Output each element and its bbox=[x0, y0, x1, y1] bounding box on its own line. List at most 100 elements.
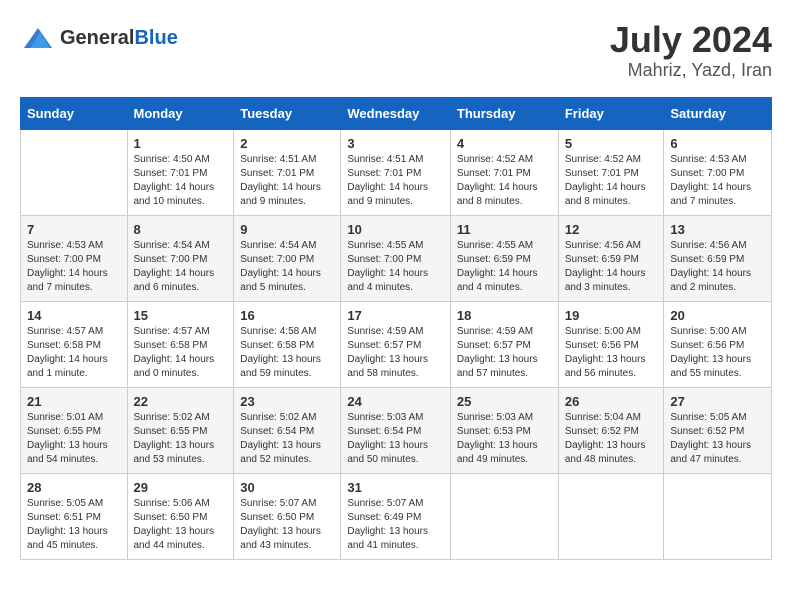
calendar-week-row: 21 Sunrise: 5:01 AMSunset: 6:55 PMDayligh… bbox=[21, 387, 772, 473]
day-number: 26 bbox=[565, 394, 658, 409]
calendar-week-row: 14 Sunrise: 4:57 AMSunset: 6:58 PMDayligh… bbox=[21, 301, 772, 387]
logo-icon bbox=[20, 20, 56, 56]
day-number: 13 bbox=[670, 222, 765, 237]
calendar-cell: 10Sunrise: 4:55 AMSunset: 7:00 PMDayligh… bbox=[341, 215, 451, 301]
calendar-cell: 24 Sunrise: 5:03 AMSunset: 6:54 PMDayligh… bbox=[341, 387, 451, 473]
calendar-cell: 15 Sunrise: 4:57 AMSunset: 6:58 PMDayligh… bbox=[127, 301, 234, 387]
logo: GeneralBlue bbox=[20, 20, 178, 56]
day-info: Sunrise: 5:07 AMSunset: 6:50 PMDaylight:… bbox=[240, 497, 334, 553]
day-number: 20 bbox=[670, 308, 765, 323]
day-number: 12 bbox=[565, 222, 658, 237]
day-number: 14 bbox=[27, 308, 121, 323]
day-info: Sunrise: 4:54 AMSunset: 7:00 PMDaylight:… bbox=[240, 239, 334, 295]
calendar-cell: 23Sunrise: 5:02 AMSunset: 6:54 PMDayligh… bbox=[234, 387, 341, 473]
calendar-cell: 29 Sunrise: 5:06 AMSunset: 6:50 PMDayligh… bbox=[127, 473, 234, 559]
calendar-cell: 28 Sunrise: 5:05 AMSunset: 6:51 PMDayligh… bbox=[21, 473, 128, 559]
day-info: Sunrise: 5:01 AMSunset: 6:55 PMDaylight:… bbox=[27, 411, 121, 467]
day-info: Sunrise: 4:51 AMSunset: 7:01 PMDaylight:… bbox=[347, 153, 444, 209]
calendar-cell bbox=[21, 129, 128, 215]
month-title: July 2024 bbox=[610, 20, 772, 60]
logo-general: General bbox=[60, 27, 134, 49]
calendar-week-row: 28 Sunrise: 5:05 AMSunset: 6:51 PMDayligh… bbox=[21, 473, 772, 559]
calendar-cell: 18 Sunrise: 4:59 AMSunset: 6:57 PMDayligh… bbox=[450, 301, 558, 387]
day-number: 27 bbox=[670, 394, 765, 409]
day-info: Sunrise: 4:53 AMSunset: 7:00 PMDaylight:… bbox=[27, 239, 121, 295]
day-number: 6 bbox=[670, 136, 765, 151]
calendar-cell: 22 Sunrise: 5:02 AMSunset: 6:55 PMDayligh… bbox=[127, 387, 234, 473]
day-info: Sunrise: 5:00 AMSunset: 6:56 PMDaylight:… bbox=[670, 325, 765, 381]
weekday-header-thursday: Thursday bbox=[450, 97, 558, 129]
title-section: July 2024 Mahriz, Yazd, Iran bbox=[610, 20, 772, 81]
day-info: Sunrise: 5:05 AMSunset: 6:51 PMDaylight:… bbox=[27, 497, 121, 553]
calendar-cell: 2Sunrise: 4:51 AMSunset: 7:01 PMDaylight… bbox=[234, 129, 341, 215]
day-info: Sunrise: 5:03 AMSunset: 6:54 PMDaylight:… bbox=[347, 411, 444, 467]
day-info: Sunrise: 5:02 AMSunset: 6:55 PMDaylight:… bbox=[134, 411, 228, 467]
day-info: Sunrise: 4:58 AMSunset: 6:58 PMDaylight:… bbox=[240, 325, 334, 381]
calendar-cell: 1 Sunrise: 4:50 AMSunset: 7:01 PMDaylight… bbox=[127, 129, 234, 215]
day-number: 5 bbox=[565, 136, 658, 151]
weekday-header-sunday: Sunday bbox=[21, 97, 128, 129]
weekday-header-row: SundayMondayTuesdayWednesdayThursdayFrid… bbox=[21, 97, 772, 129]
weekday-header-friday: Friday bbox=[558, 97, 664, 129]
day-info: Sunrise: 5:00 AMSunset: 6:56 PMDaylight:… bbox=[565, 325, 658, 381]
calendar-week-row: 7 Sunrise: 4:53 AMSunset: 7:00 PMDaylight… bbox=[21, 215, 772, 301]
calendar-cell: 19Sunrise: 5:00 AMSunset: 6:56 PMDayligh… bbox=[558, 301, 664, 387]
calendar-cell: 4 Sunrise: 4:52 AMSunset: 7:01 PMDaylight… bbox=[450, 129, 558, 215]
calendar-cell: 31Sunrise: 5:07 AMSunset: 6:49 PMDayligh… bbox=[341, 473, 451, 559]
day-info: Sunrise: 4:57 AMSunset: 6:58 PMDaylight:… bbox=[27, 325, 121, 381]
calendar-table: SundayMondayTuesdayWednesdayThursdayFrid… bbox=[20, 97, 772, 560]
day-number: 4 bbox=[457, 136, 552, 151]
calendar-cell: 27 Sunrise: 5:05 AMSunset: 6:52 PMDayligh… bbox=[664, 387, 772, 473]
calendar-cell: 25Sunrise: 5:03 AMSunset: 6:53 PMDayligh… bbox=[450, 387, 558, 473]
day-info: Sunrise: 4:56 AMSunset: 6:59 PMDaylight:… bbox=[670, 239, 765, 295]
day-number: 7 bbox=[27, 222, 121, 237]
calendar-week-row: 1 Sunrise: 4:50 AMSunset: 7:01 PMDaylight… bbox=[21, 129, 772, 215]
calendar-cell: 9 Sunrise: 4:54 AMSunset: 7:00 PMDaylight… bbox=[234, 215, 341, 301]
calendar-cell bbox=[664, 473, 772, 559]
day-number: 2 bbox=[240, 136, 334, 151]
day-number: 10 bbox=[347, 222, 444, 237]
day-info: Sunrise: 4:59 AMSunset: 6:57 PMDaylight:… bbox=[457, 325, 552, 381]
day-number: 21 bbox=[27, 394, 121, 409]
day-info: Sunrise: 4:52 AMSunset: 7:01 PMDaylight:… bbox=[457, 153, 552, 209]
day-info: Sunrise: 5:07 AMSunset: 6:49 PMDaylight:… bbox=[347, 497, 444, 553]
day-info: Sunrise: 5:05 AMSunset: 6:52 PMDaylight:… bbox=[670, 411, 765, 467]
day-info: Sunrise: 5:03 AMSunset: 6:53 PMDaylight:… bbox=[457, 411, 552, 467]
page-header: GeneralBlue July 2024 Mahriz, Yazd, Iran bbox=[20, 20, 772, 81]
day-number: 28 bbox=[27, 480, 121, 495]
calendar-cell: 21 Sunrise: 5:01 AMSunset: 6:55 PMDayligh… bbox=[21, 387, 128, 473]
day-number: 24 bbox=[347, 394, 444, 409]
day-number: 16 bbox=[240, 308, 334, 323]
calendar-cell: 6 Sunrise: 4:53 AMSunset: 7:00 PMDaylight… bbox=[664, 129, 772, 215]
calendar-cell: 5 Sunrise: 4:52 AMSunset: 7:01 PMDaylight… bbox=[558, 129, 664, 215]
day-info: Sunrise: 4:53 AMSunset: 7:00 PMDaylight:… bbox=[670, 153, 765, 209]
calendar-cell: 7 Sunrise: 4:53 AMSunset: 7:00 PMDaylight… bbox=[21, 215, 128, 301]
day-info: Sunrise: 4:59 AMSunset: 6:57 PMDaylight:… bbox=[347, 325, 444, 381]
day-number: 1 bbox=[134, 136, 228, 151]
day-number: 17 bbox=[347, 308, 444, 323]
day-info: Sunrise: 4:52 AMSunset: 7:01 PMDaylight:… bbox=[565, 153, 658, 209]
calendar-cell: 8Sunrise: 4:54 AMSunset: 7:00 PMDaylight… bbox=[127, 215, 234, 301]
day-number: 15 bbox=[134, 308, 228, 323]
day-info: Sunrise: 4:56 AMSunset: 6:59 PMDaylight:… bbox=[565, 239, 658, 295]
weekday-header-saturday: Saturday bbox=[664, 97, 772, 129]
day-info: Sunrise: 5:06 AMSunset: 6:50 PMDaylight:… bbox=[134, 497, 228, 553]
day-number: 9 bbox=[240, 222, 334, 237]
day-number: 11 bbox=[457, 222, 552, 237]
day-info: Sunrise: 4:54 AMSunset: 7:00 PMDaylight:… bbox=[134, 239, 228, 295]
day-number: 18 bbox=[457, 308, 552, 323]
calendar-cell: 20 Sunrise: 5:00 AMSunset: 6:56 PMDayligh… bbox=[664, 301, 772, 387]
day-number: 29 bbox=[134, 480, 228, 495]
day-number: 22 bbox=[134, 394, 228, 409]
day-info: Sunrise: 5:02 AMSunset: 6:54 PMDaylight:… bbox=[240, 411, 334, 467]
calendar-cell: 13 Sunrise: 4:56 AMSunset: 6:59 PMDayligh… bbox=[664, 215, 772, 301]
weekday-header-monday: Monday bbox=[127, 97, 234, 129]
day-number: 30 bbox=[240, 480, 334, 495]
day-info: Sunrise: 4:55 AMSunset: 6:59 PMDaylight:… bbox=[457, 239, 552, 295]
calendar-cell: 11 Sunrise: 4:55 AMSunset: 6:59 PMDayligh… bbox=[450, 215, 558, 301]
calendar-cell: 17 Sunrise: 4:59 AMSunset: 6:57 PMDayligh… bbox=[341, 301, 451, 387]
day-info: Sunrise: 4:50 AMSunset: 7:01 PMDaylight:… bbox=[134, 153, 228, 209]
day-info: Sunrise: 4:57 AMSunset: 6:58 PMDaylight:… bbox=[134, 325, 228, 381]
calendar-cell: 3Sunrise: 4:51 AMSunset: 7:01 PMDaylight… bbox=[341, 129, 451, 215]
logo-blue: Blue bbox=[134, 27, 177, 49]
